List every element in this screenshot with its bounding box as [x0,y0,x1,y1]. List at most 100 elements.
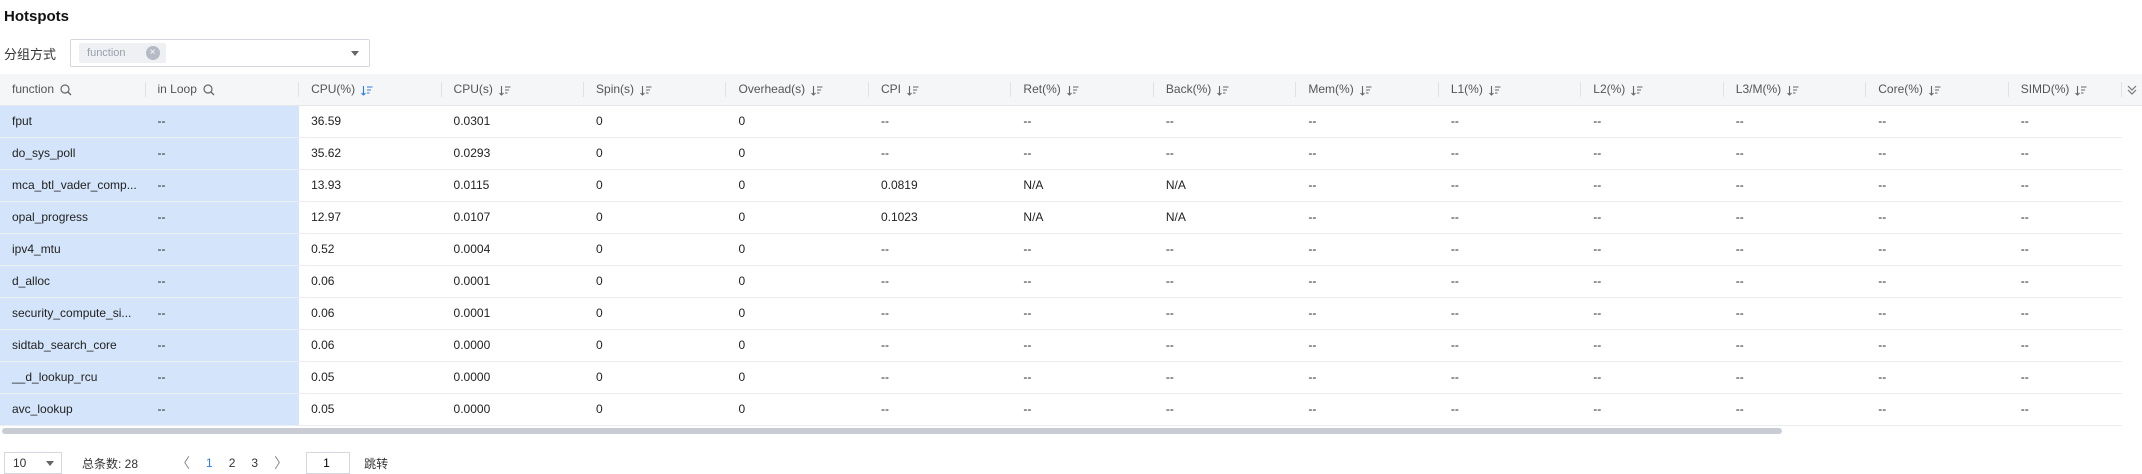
column-header-11[interactable]: L2(%) [1581,74,1724,106]
table-cell: -- [145,265,300,298]
column-header-6[interactable]: CPI [868,74,1012,106]
sort-icon[interactable] [1359,85,1372,96]
column-header-icon[interactable] [640,82,652,96]
column-header-13[interactable]: Core(%) [1866,74,2009,106]
horizontal-scrollbar[interactable] [2,428,2122,434]
function-name-cell[interactable]: sidtab_search_core [0,329,146,362]
sort-icon[interactable] [2075,85,2087,96]
column-header-icon[interactable] [1631,82,1643,96]
close-icon[interactable]: × [145,46,160,60]
table-cell: -- [868,137,1012,170]
table-cell: -- [1011,393,1154,426]
column-header-icon[interactable] [907,82,919,96]
sort-desc-icon[interactable] [361,85,373,96]
function-name-cell[interactable]: avc_lookup [0,393,146,426]
chevron-down-icon[interactable] [46,461,54,466]
table-row[interactable]: sidtab_search_core -- 0.06 0.0000 0 0 -- -- -- --… [0,329,2122,362]
next-page-icon[interactable]: 〉 [274,453,288,473]
table-cell: -- [145,329,300,362]
table-row[interactable]: ipv4_mtu -- 0.52 0.0004 0 0 -- -- -- -- -- -- -- -- -- [0,233,2122,266]
sort-icon[interactable] [907,85,919,96]
page-number-1[interactable]: 1 [206,456,213,470]
column-header-icon[interactable] [1217,82,1229,96]
group-by-select[interactable]: function × [70,39,371,67]
sort-icon[interactable] [498,85,511,96]
column-header-content: Back(%) [1166,82,1229,96]
sort-icon[interactable] [1929,85,1941,96]
expand-columns-button[interactable] [2122,74,2142,106]
table-cell: 0 [584,393,727,426]
table-row[interactable]: do_sys_poll -- 35.62 0.0293 0 0 -- -- -- -- -- -- --… [0,137,2122,170]
table-cell: -- [145,105,300,138]
table-row[interactable]: fput -- 36.59 0.0301 0 0 -- -- -- -- -- -- -- -- -- [0,105,2122,138]
function-name-cell[interactable]: __d_lookup_rcu [0,361,146,394]
table-cell: -- [1723,105,1867,138]
column-header-14[interactable]: SIMD(%) [2008,74,2122,106]
table-cell: -- [1296,105,1439,138]
column-header-4[interactable]: Spin(s) [584,74,727,106]
search-icon[interactable] [203,84,215,96]
column-header-2[interactable]: CPU(%) [299,74,442,106]
sort-icon[interactable] [640,85,652,96]
table-row[interactable]: __d_lookup_rcu -- 0.05 0.0000 0 0 -- -- -- -- -- --… [0,361,2122,394]
page-number-2[interactable]: 2 [229,456,236,470]
column-header-9[interactable]: Mem(%) [1296,74,1439,106]
column-header-5[interactable]: Overhead(s) [726,74,869,106]
sort-icon[interactable] [1631,85,1643,96]
column-header-icon[interactable] [60,82,72,96]
table-cell: 0 [726,137,869,170]
table-cell: 0.06 [299,297,442,330]
table-cell: 0.06 [299,329,442,362]
column-header-icon[interactable] [1787,82,1799,96]
column-header-icon[interactable] [361,82,373,96]
column-header-label: Back(%) [1165,82,1212,97]
table-cell: -- [1438,233,1582,266]
function-name-cell[interactable]: d_alloc [0,265,146,298]
column-header-icon[interactable] [2075,82,2087,96]
column-header-content: function [12,82,72,96]
function-name-cell[interactable]: security_compute_si... [0,297,146,330]
column-header-10[interactable]: L1(%) [1438,74,1582,106]
page-number-3[interactable]: 3 [251,456,258,470]
chevron-down-icon[interactable] [351,51,360,56]
search-icon[interactable] [60,84,72,96]
table-cell: -- [1296,169,1439,202]
column-header-icon[interactable] [1359,82,1372,96]
sort-icon[interactable] [1488,85,1501,96]
column-header-icon[interactable] [811,82,823,96]
table-cell: -- [1581,233,1724,266]
table-row[interactable]: security_compute_si... -- 0.06 0.0001 0 0 -- --… [0,297,2122,330]
table-cell: 0 [584,169,727,202]
table-cell: -- [1581,329,1724,362]
function-name-cell[interactable]: opal_progress [0,201,146,234]
sort-icon[interactable] [1066,85,1079,96]
sort-icon[interactable] [811,85,823,96]
column-header-icon[interactable] [1066,82,1079,96]
table-row[interactable]: avc_lookup -- 0.05 0.0000 0 0 -- -- -- -- -- -- -- --… [0,393,2122,426]
table-row[interactable]: d_alloc -- 0.06 0.0001 0 0 -- -- -- -- -- -- -- -- -- [0,265,2122,298]
sort-icon[interactable] [1217,85,1229,96]
column-header-icon[interactable] [1929,82,1941,96]
column-header-7[interactable]: Ret(%) [1011,74,1154,106]
function-name-cell[interactable]: ipv4_mtu [0,233,146,266]
table-cell: 0.0000 [441,361,585,394]
jump-button[interactable]: 跳转 [364,455,388,472]
column-header-icon[interactable] [498,82,511,96]
column-header-12[interactable]: L3/M(%) [1723,74,1867,106]
column-header-icon[interactable] [1488,82,1501,96]
column-header-icon[interactable] [203,82,215,96]
column-header-8[interactable]: Back(%) [1153,74,1297,106]
function-name-cell[interactable]: mca_btl_vader_comp... [0,169,146,202]
function-name-cell[interactable]: fput [0,105,146,138]
table-cell: 0.52 [299,233,442,266]
column-header-1[interactable]: in Loop [145,74,300,106]
scrollbar-thumb[interactable] [2,428,1782,434]
sort-icon[interactable] [1787,85,1799,96]
column-header-0[interactable]: function [0,74,146,106]
column-header-3[interactable]: CPU(s) [441,74,585,106]
table-row[interactable]: mca_btl_vader_comp... -- 13.93 0.0115 0 0 0.08… [0,169,2122,202]
table-cell: -- [1011,233,1154,266]
prev-page-icon[interactable]: 〈 [176,453,190,473]
table-row[interactable]: opal_progress -- 12.97 0.0107 0 0 0.1023 N/A N/A… [0,201,2122,234]
function-name-cell[interactable]: do_sys_poll [0,137,146,170]
